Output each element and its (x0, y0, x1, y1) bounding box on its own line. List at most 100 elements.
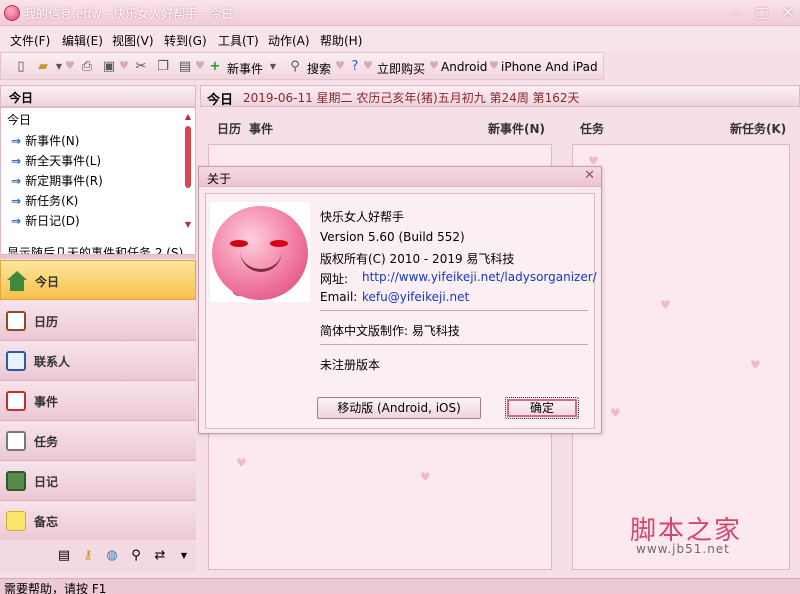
tasks-new-task-link[interactable]: 新任务(K) (730, 120, 786, 137)
about-email-link[interactable]: kefu@yifeikeji.net (362, 290, 469, 304)
current-date: 2019-06-11 星期二 农历己亥年(猪)五月初九 第24周 第162天 (243, 91, 580, 105)
dialog-divider (320, 344, 588, 345)
left-panel-title: 今日 (9, 91, 34, 105)
dialog-divider (320, 310, 588, 311)
print-icon[interactable]: ⎙ (79, 59, 95, 75)
arrow-right-icon: ⇒ (11, 174, 22, 188)
chevron-down-icon[interactable]: ▼ (176, 548, 192, 564)
new-allday-event-link[interactable]: ⇒ 新全天事件(L) (11, 152, 101, 169)
new-file-icon[interactable]: ▯ (13, 59, 29, 75)
search-button[interactable]: 搜索 (307, 60, 331, 77)
new-recurring-event-link[interactable]: ⇒ 新定期事件(R) (11, 172, 103, 189)
copy-icon[interactable]: ❐ (155, 59, 171, 75)
heart-decoration-icon: ♥ (420, 470, 431, 484)
dialog-close-icon[interactable]: ✕ (584, 168, 595, 183)
new-event-button[interactable]: 新事件 (227, 60, 263, 77)
calendar-new-event-link[interactable]: 新事件(N) (488, 120, 545, 137)
calendar-column-title: 日历 (217, 122, 242, 136)
tasks-column-title: 任务 (580, 122, 605, 136)
heart-decoration-icon: ♥ (750, 358, 761, 372)
about-registration-status: 未注册版本 (320, 358, 381, 372)
nav-calendar[interactable]: 日历 (0, 301, 196, 341)
diary-icon (6, 471, 26, 491)
ios-button[interactable]: iPhone And iPad (501, 60, 598, 74)
status-bar: 需要帮助，请按 F1 (0, 578, 800, 594)
new-event-link[interactable]: ⇒ 新事件(N) (11, 132, 79, 149)
watermark-url: www.jb51.net (636, 542, 730, 556)
globe-icon[interactable]: ◍ (104, 548, 120, 564)
upcoming-days-link[interactable]: 显示随后几天的事件和任务 2 (S) (7, 244, 183, 254)
scroll-up-icon[interactable]: ▲ (183, 112, 193, 121)
about-email-label: Email: (320, 290, 358, 304)
nav-today[interactable]: 今日 (0, 260, 196, 300)
scroll-down-icon[interactable]: ▼ (183, 220, 193, 229)
cut-icon[interactable]: ✂ (133, 59, 149, 75)
preview-icon[interactable]: ▣ (101, 59, 117, 75)
toolbar: ▯ ▰ ▼ ♥ ⎙ ▣ ♥ ✂ ❐ ▤ ♥ + 新事件 ▼ ⚲ 搜索 ♥ ? ♥… (0, 52, 604, 80)
status-text: 需要帮助，请按 F1 (4, 582, 107, 594)
separator-heart-icon: ♥ (65, 59, 75, 72)
heart-decoration-icon: ♥ (236, 456, 247, 470)
menu-edit[interactable]: 编辑(E) (62, 32, 103, 49)
open-folder-icon[interactable]: ▰ (35, 59, 51, 75)
about-localization: 简体中文版制作: 易飞科技 (320, 324, 460, 338)
search-icon[interactable]: ⚲ (287, 59, 303, 75)
maximize-button[interactable]: □ (750, 3, 774, 23)
arrow-right-icon: ⇒ (11, 134, 22, 148)
paste-icon[interactable]: ▤ (177, 59, 193, 75)
nav-tasks[interactable]: 任务 (0, 421, 196, 461)
dropdown-arrow-icon[interactable]: ▼ (265, 59, 281, 75)
menu-goto[interactable]: 转到(G) (164, 32, 207, 49)
list-scrollbar[interactable]: ▲ ▼ (183, 112, 193, 232)
menu-actions[interactable]: 动作(A) (268, 32, 310, 49)
menu-view[interactable]: 视图(V) (112, 32, 154, 49)
dialog-body: 快乐女人好帮手 Version 5.60 (Build 552) 版权所有(C)… (205, 193, 597, 429)
mobile-version-button[interactable]: 移动版 (Android, iOS) (317, 397, 481, 419)
close-button[interactable]: ✕ (776, 3, 800, 23)
new-task-link[interactable]: ⇒ 新任务(K) (11, 192, 78, 209)
nav-contacts[interactable]: 联系人 (0, 341, 196, 381)
heart-decoration-icon: ♥ (610, 406, 621, 420)
ok-button[interactable]: 确定 (505, 397, 579, 419)
help-icon[interactable]: ? (347, 59, 363, 75)
checklist-icon (6, 431, 26, 451)
about-app-name: 快乐女人好帮手 (320, 210, 405, 224)
nav-notes[interactable]: 备忘 (0, 501, 196, 541)
events-icon (6, 391, 26, 411)
nav-events[interactable]: 事件 (0, 381, 196, 421)
about-copyright: 版权所有(C) 2010 - 2019 易飞科技 (320, 252, 515, 266)
panel-splitter[interactable] (0, 255, 196, 259)
separator-heart-icon: ♥ (119, 59, 129, 72)
arrow-right-icon: ⇒ (11, 154, 22, 168)
separator-heart-icon: ♥ (335, 59, 345, 72)
dialog-title-bar[interactable]: 关于 ✕ (199, 167, 601, 187)
android-button[interactable]: Android (441, 60, 487, 74)
heart-decoration-icon: ♥ (660, 298, 671, 312)
app-logo-icon[interactable] (4, 5, 20, 21)
separator-heart-icon: ♥ (195, 59, 205, 72)
buy-now-button[interactable]: 立即购买 (377, 60, 425, 77)
about-dialog: 关于 ✕ 快乐女人好帮手 Version 5.60 (Build 552) 版权… (198, 166, 602, 434)
minimize-button[interactable]: – (724, 3, 748, 23)
nav-diary[interactable]: 日记 (0, 461, 196, 501)
today-quick-list: 今日 ⇒ 新事件(N) ⇒ 新全天事件(L) ⇒ 新定期事件(R) ⇒ 新任务(K) ⇒… (0, 107, 196, 255)
tasks-panel[interactable] (572, 144, 790, 570)
scroll-thumb[interactable] (185, 126, 191, 188)
document-icon[interactable]: ▤ (56, 548, 72, 564)
add-icon[interactable]: + (207, 59, 223, 75)
nav-shortcut-bar: ▤ ⚷ ◍ ⚲ ⇄ ▼ (0, 540, 196, 572)
about-website-link[interactable]: http://www.yifeikeji.net/ladysorganizer/ (362, 270, 597, 284)
menu-tools[interactable]: 工具(T) (218, 32, 259, 49)
contacts-icon (6, 351, 26, 371)
dialog-title: 关于 (207, 172, 232, 186)
new-diary-link[interactable]: ⇒ 新日记(D) (11, 212, 80, 229)
key-icon[interactable]: ⚷ (80, 548, 96, 564)
menu-help[interactable]: 帮助(H) (320, 32, 362, 49)
date-bar-label: 今日 (207, 93, 234, 108)
search-icon[interactable]: ⚲ (128, 548, 144, 564)
calendar-icon (6, 311, 26, 331)
sync-icon[interactable]: ⇄ (152, 548, 168, 564)
menu-bar: 文件(F) 编辑(E) 视图(V) 转到(G) 工具(T) 动作(A) 帮助(H… (0, 27, 800, 51)
arrow-right-icon: ⇒ (11, 214, 22, 228)
menu-file[interactable]: 文件(F) (10, 32, 50, 49)
